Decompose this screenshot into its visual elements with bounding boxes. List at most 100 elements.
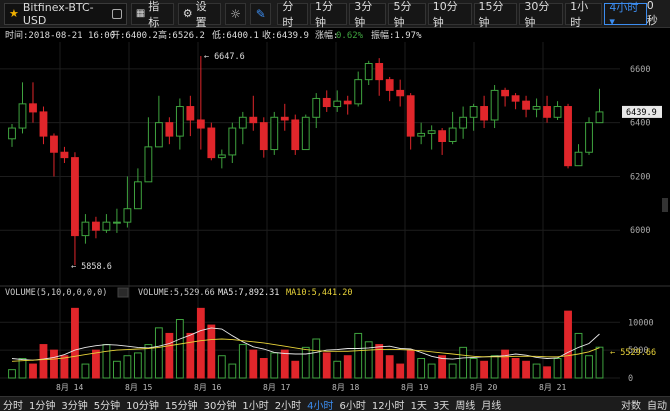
info-open: 开:6400.2 bbox=[111, 30, 158, 41]
symbol-name: Bitfinex-BTC-USD bbox=[22, 0, 94, 27]
candle-body-54 bbox=[574, 151, 583, 167]
date-tick-label-2: 8月 16 bbox=[194, 383, 221, 392]
volume-bar-0 bbox=[8, 369, 16, 379]
right-scroll-handle[interactable] bbox=[662, 198, 668, 212]
volume-bar-27 bbox=[291, 360, 300, 379]
ma5-value-label: MA5:7,892.31 bbox=[218, 288, 279, 298]
volume-bar-18 bbox=[196, 307, 205, 379]
volume-bar-36 bbox=[385, 355, 394, 379]
volume-bar-45 bbox=[480, 360, 489, 379]
candle-body-48 bbox=[511, 95, 520, 102]
bottom-timeframe-2[interactable]: 3分钟 bbox=[58, 397, 90, 411]
volume-bar-26 bbox=[280, 349, 289, 379]
bottom-timeframe-4[interactable]: 10分钟 bbox=[123, 397, 162, 411]
timeframe-tab-1[interactable]: 1分钟 bbox=[310, 0, 348, 29]
candle-body-15 bbox=[165, 122, 174, 137]
volume-bar-54 bbox=[574, 332, 583, 379]
volume-bar-28 bbox=[301, 346, 310, 379]
info-change-label: 涨幅: bbox=[315, 29, 338, 41]
candle-body-4 bbox=[50, 135, 58, 153]
bottom-timeframe-3[interactable]: 5分钟 bbox=[91, 397, 123, 411]
volume-bar-3 bbox=[39, 344, 48, 379]
timeframe-tab-5[interactable]: 15分钟 bbox=[473, 0, 518, 29]
draw-tool-button[interactable]: ✎ bbox=[250, 2, 272, 25]
candle-body-42 bbox=[448, 127, 457, 142]
volume-tick-label-2: 10000 bbox=[628, 318, 654, 328]
volume-bar-51 bbox=[543, 366, 551, 379]
bottom-timeframe-5[interactable]: 15分钟 bbox=[162, 397, 201, 411]
bottom-timeframe-11[interactable]: 12小时 bbox=[369, 397, 408, 411]
bottom-timeframe-6[interactable]: 30分钟 bbox=[201, 397, 240, 411]
bottom-timeframe-1[interactable]: 1分钟 bbox=[26, 397, 58, 411]
volume-bar-46 bbox=[490, 355, 499, 379]
info-time: 时间:2018-08-21 16:00 bbox=[5, 29, 115, 41]
volume-bar-9 bbox=[102, 344, 111, 379]
bottom-timeframe-14[interactable]: 周线 bbox=[452, 397, 478, 411]
timeframe-tab-3[interactable]: 5分钟 bbox=[388, 0, 426, 29]
symbol-selector[interactable]: ★ Bitfinex-BTC-USD bbox=[4, 0, 127, 27]
theme-toggle-button[interactable]: ☼ bbox=[225, 2, 247, 25]
candle-body-25 bbox=[270, 116, 279, 151]
volume-bar-56 bbox=[595, 346, 604, 379]
volume-bar-1 bbox=[18, 358, 27, 379]
candle-body-49 bbox=[522, 100, 530, 110]
favorite-star-icon[interactable]: ★ bbox=[9, 7, 19, 20]
candle-body-14 bbox=[154, 122, 163, 148]
volume-indicator-menu-button[interactable] bbox=[117, 287, 129, 298]
volume-bar-48 bbox=[511, 358, 520, 379]
candle-body-26 bbox=[280, 116, 289, 121]
volume-bar-16 bbox=[175, 319, 184, 379]
volume-indicator-label: VOLUME(5,10,0,0,0,0) bbox=[5, 288, 107, 298]
bottom-timeframe-9[interactable]: 4小时 bbox=[304, 397, 336, 411]
bottom-timeframe-8[interactable]: 2小时 bbox=[272, 397, 304, 411]
volume-bar-2 bbox=[29, 363, 37, 379]
candle-body-0 bbox=[8, 127, 16, 140]
candle-body-19 bbox=[207, 127, 216, 159]
candle-body-20 bbox=[217, 154, 226, 159]
bottom-timeframe-10[interactable]: 6小时 bbox=[336, 397, 368, 411]
candle-body-12 bbox=[133, 181, 142, 210]
candle-body-21 bbox=[228, 127, 237, 156]
date-tick-label-4: 8月 18 bbox=[332, 383, 359, 392]
price-tick-label-1: 6200 bbox=[630, 172, 650, 182]
candle-body-3 bbox=[39, 111, 48, 137]
candle-body-43 bbox=[459, 116, 468, 129]
indicators-grid-icon: ▦ bbox=[135, 8, 146, 19]
candle-body-45 bbox=[480, 106, 489, 121]
bottom-timeframe-7[interactable]: 1小时 bbox=[239, 397, 271, 411]
timeframe-tab-7[interactable]: 1小时 bbox=[565, 0, 603, 29]
expand-square-icon[interactable] bbox=[112, 8, 122, 19]
bottom-timeframe-15[interactable]: 月线 bbox=[478, 397, 504, 411]
candle-body-5 bbox=[60, 151, 69, 159]
indicators-button[interactable]: ▦ 指标 bbox=[130, 0, 174, 29]
date-tick-label-5: 8月 19 bbox=[401, 383, 428, 392]
volume-value-label: VOLUME:5,529.66 bbox=[138, 288, 215, 298]
volume-bar-20 bbox=[217, 355, 226, 379]
candle-body-1 bbox=[18, 103, 27, 129]
auto-scale-toggle[interactable]: 自动 bbox=[644, 397, 670, 411]
date-tick-label-3: 8月 17 bbox=[263, 383, 290, 392]
timeframe-tab-2[interactable]: 3分钟 bbox=[349, 0, 387, 29]
volume-bar-6 bbox=[71, 307, 79, 379]
candle-body-37 bbox=[396, 89, 405, 97]
top-toolbar: ★ Bitfinex-BTC-USD ▦ 指标 ⚙ 设置 ☼ ✎ 分时 1分钟 3分… bbox=[0, 0, 670, 29]
volume-bar-4 bbox=[50, 349, 58, 379]
log-scale-toggle[interactable]: 对数 bbox=[618, 397, 644, 411]
volume-bar-31 bbox=[333, 360, 342, 379]
volume-bar-14 bbox=[154, 327, 163, 379]
bottom-timeframe-13[interactable]: 3天 bbox=[430, 397, 452, 411]
info-high: 高:6526.2 bbox=[158, 29, 205, 41]
timeframe-tab-6[interactable]: 30分钟 bbox=[519, 0, 564, 29]
candle-body-11 bbox=[123, 208, 132, 223]
timeframe-tab-0[interactable]: 分时 bbox=[277, 0, 308, 29]
chart-canvas[interactable]: 600062006400660005000100008月 14 8月 15 8月 1… bbox=[0, 0, 670, 396]
volume-bar-44 bbox=[469, 358, 478, 379]
date-tick-label-1: 8月 15 bbox=[125, 383, 152, 392]
settings-button[interactable]: ⚙ 设置 bbox=[177, 0, 222, 29]
timeframe-tab-8[interactable]: 4小时▾ bbox=[604, 1, 647, 28]
timeframe-tab-4[interactable]: 10分钟 bbox=[427, 0, 472, 29]
candle-body-22 bbox=[238, 116, 247, 129]
bottom-timeframe-12[interactable]: 1天 bbox=[408, 397, 430, 411]
bottom-timeframe-0[interactable]: 分时 bbox=[0, 397, 26, 411]
candle-body-18 bbox=[196, 119, 205, 129]
